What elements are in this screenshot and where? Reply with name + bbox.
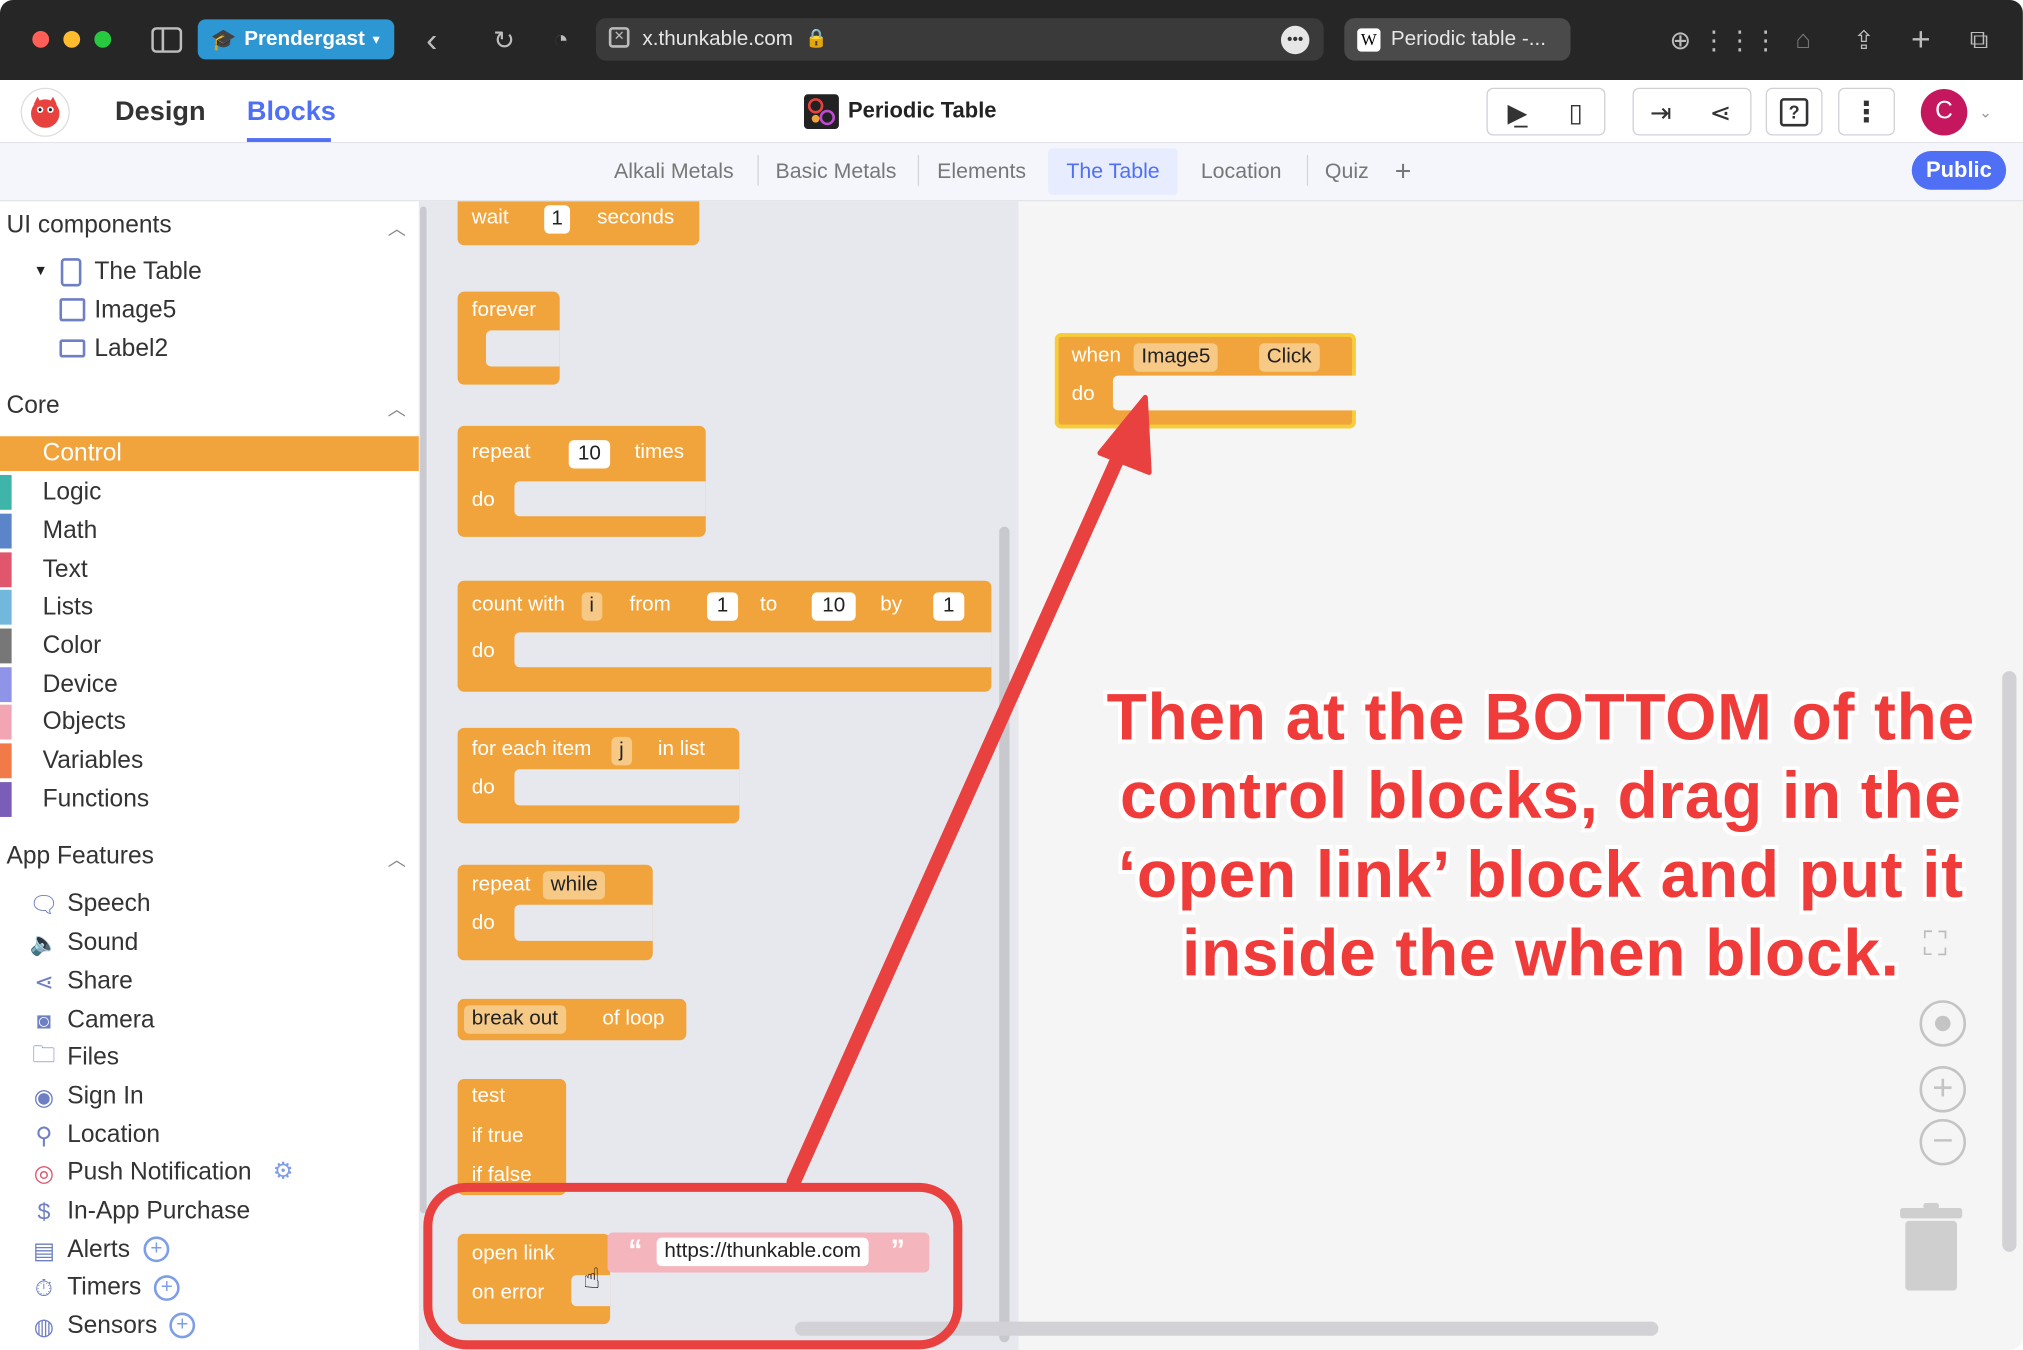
drag-arrowhead bbox=[1097, 394, 1152, 475]
open-link-highlight bbox=[423, 1182, 963, 1350]
instruction-annotation: Then at the BOTTOM of the control blocks… bbox=[1106, 680, 1975, 990]
app-screenshot: 🎓 Prendergast ▾ ‹ ↻ ◔ ✕ x.thunkable.com … bbox=[0, 0, 2023, 1350]
annotation-overlay bbox=[423, 394, 1152, 1350]
drag-arrow bbox=[786, 442, 1130, 1190]
